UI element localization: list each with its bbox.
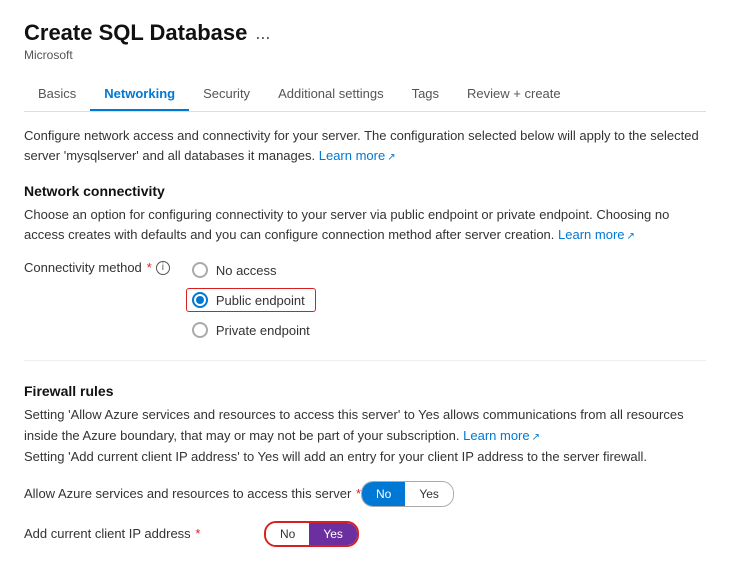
firewall-desc: Setting 'Allow Azure services and resour… xyxy=(24,405,706,467)
allow-azure-no-btn[interactable]: No xyxy=(362,482,405,506)
add-client-ip-row: Add current client IP address * No Yes xyxy=(24,521,706,547)
network-connectivity-desc: Choose an option for configuring connect… xyxy=(24,205,706,244)
allow-azure-toggle-container: No Yes xyxy=(361,481,454,507)
add-client-ip-toggle[interactable]: No Yes xyxy=(264,521,359,547)
add-client-ip-toggle-container: No Yes xyxy=(264,521,359,547)
radio-circle-no-access xyxy=(192,262,208,278)
page-title: Create SQL Database xyxy=(24,20,247,46)
intro-description: Configure network access and connectivit… xyxy=(24,126,706,165)
tab-tags[interactable]: Tags xyxy=(398,78,453,111)
firewall-section: Firewall rules Setting 'Allow Azure serv… xyxy=(24,360,706,547)
connectivity-method-row: Connectivity method * i No access Public… xyxy=(24,258,706,342)
add-client-ip-label: Add current client IP address * xyxy=(24,525,264,543)
info-icon[interactable]: i xyxy=(156,261,170,275)
tab-security[interactable]: Security xyxy=(189,78,264,111)
allow-azure-row: Allow Azure services and resources to ac… xyxy=(24,481,706,507)
radio-label-no-access: No access xyxy=(216,263,277,278)
network-connectivity-title: Network connectivity xyxy=(24,183,706,199)
add-client-ip-yes-btn[interactable]: Yes xyxy=(309,523,357,545)
allow-azure-yes-btn[interactable]: Yes xyxy=(405,482,453,506)
external-link-icon-3: ↗ xyxy=(532,432,540,443)
radio-label-private-endpoint: Private endpoint xyxy=(216,323,310,338)
radio-circle-public-endpoint xyxy=(192,292,208,308)
tab-bar: Basics Networking Security Additional se… xyxy=(24,78,706,112)
page-subtitle: Microsoft xyxy=(24,48,706,62)
connectivity-radio-group: No access Public endpoint Private endpoi… xyxy=(186,258,316,342)
radio-circle-private-endpoint xyxy=(192,322,208,338)
radio-public-endpoint[interactable]: Public endpoint xyxy=(186,288,316,312)
allow-azure-toggle[interactable]: No Yes xyxy=(361,481,454,507)
external-link-icon: ↗ xyxy=(387,152,395,163)
radio-private-endpoint[interactable]: Private endpoint xyxy=(186,318,316,342)
add-client-ip-no-btn[interactable]: No xyxy=(266,523,309,545)
network-learn-more-link[interactable]: Learn more↗ xyxy=(558,227,635,242)
tab-basics[interactable]: Basics xyxy=(24,78,90,111)
external-link-icon-2: ↗ xyxy=(627,231,635,242)
required-star-3: * xyxy=(195,526,200,541)
allow-azure-label: Allow Azure services and resources to ac… xyxy=(24,485,361,503)
tab-review-create[interactable]: Review + create xyxy=(453,78,575,111)
required-star: * xyxy=(147,260,152,275)
radio-label-public-endpoint: Public endpoint xyxy=(216,293,305,308)
tab-networking[interactable]: Networking xyxy=(90,78,189,111)
tab-additional-settings[interactable]: Additional settings xyxy=(264,78,398,111)
intro-learn-more-link[interactable]: Learn more↗ xyxy=(319,148,396,163)
ellipsis-menu-icon[interactable]: ... xyxy=(255,23,270,44)
radio-no-access[interactable]: No access xyxy=(186,258,316,282)
firewall-title: Firewall rules xyxy=(24,383,706,399)
page-container: Create SQL Database ... Microsoft Basics… xyxy=(0,0,730,567)
connectivity-method-label: Connectivity method * i xyxy=(24,258,170,275)
firewall-learn-more-link[interactable]: Learn more↗ xyxy=(463,428,540,443)
